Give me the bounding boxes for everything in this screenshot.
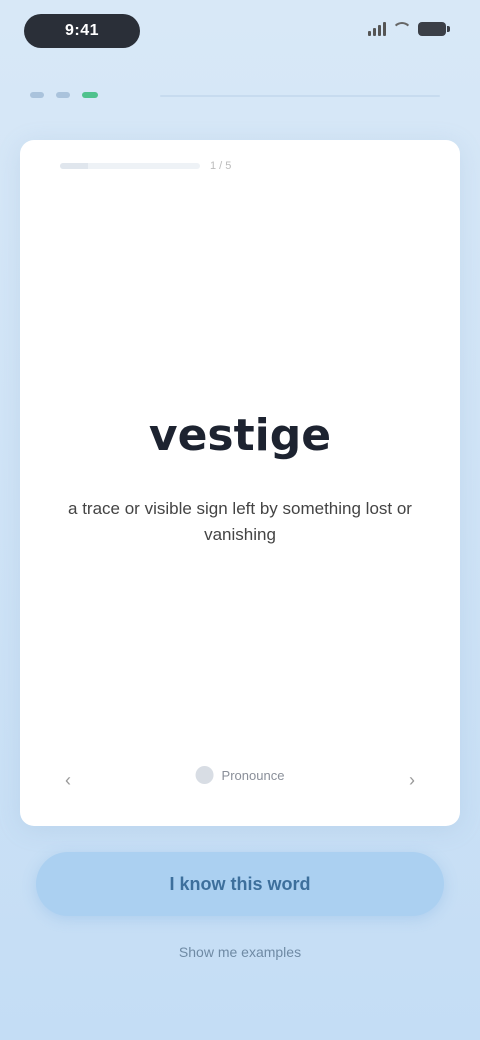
- flashcard-definition: a trace or visible sign left by somethin…: [68, 499, 412, 544]
- know-word-button[interactable]: I know this word: [36, 852, 444, 916]
- status-icons: [368, 22, 450, 36]
- status-time: 9:41: [24, 14, 140, 48]
- card-header: 1 / 5: [60, 160, 231, 172]
- flashcard[interactable]: 1 / 5 vestige a trace or visible sign le…: [20, 140, 460, 826]
- step-dot: [56, 92, 70, 98]
- card-footer: ‹ Pronounce ›: [20, 758, 460, 798]
- card-progress: [60, 163, 200, 169]
- step-dot-active: [82, 92, 98, 98]
- step-indicator: [30, 92, 98, 98]
- header-divider: [160, 95, 440, 97]
- wifi-icon: [392, 22, 412, 36]
- speaker-icon: [195, 766, 214, 784]
- pronounce-label: Pronounce: [221, 767, 285, 783]
- chevron-right-icon[interactable]: ›: [396, 764, 428, 796]
- show-examples-link[interactable]: Show me examples: [0, 944, 480, 960]
- step-dot: [30, 92, 44, 98]
- battery-icon: [418, 22, 450, 36]
- chevron-left-icon[interactable]: ‹: [52, 764, 84, 796]
- signal-icon: [368, 22, 386, 36]
- flashcard-word: vestige: [148, 410, 332, 461]
- pronounce-button[interactable]: Pronounce: [195, 766, 285, 784]
- card-counter: 1 / 5: [210, 160, 232, 172]
